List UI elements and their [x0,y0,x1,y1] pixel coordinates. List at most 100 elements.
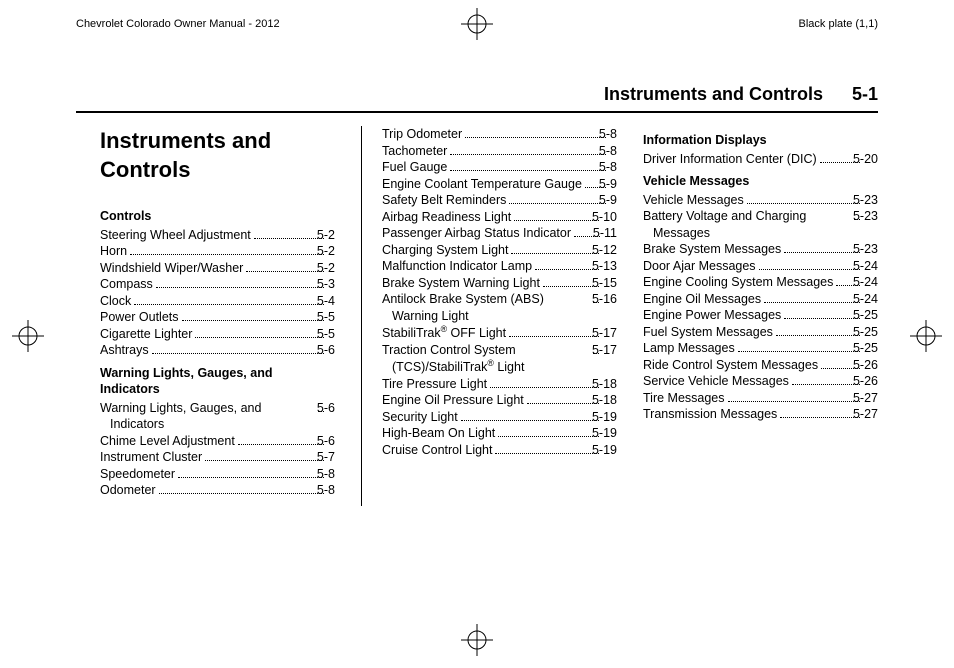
toc-entry-label: Battery Voltage and Charging Messages [653,208,851,241]
toc-entry-page: 5-16 [602,291,617,308]
toc-leader-dots [495,453,599,454]
toc-entry-label: Chime Level Adjustment [110,433,235,450]
toc-leader-dots [159,493,324,494]
toc-entry-page: 5-8 [609,143,617,160]
toc-entry-label: Steering Wheel Adjustment [110,227,251,244]
toc-entry: Service Vehicle Messages 5-26 [643,373,878,390]
toc-entry-page: 5-4 [327,293,335,310]
toc-entry: Horn 5-2 [100,243,335,260]
toc-entry-page: 5-24 [863,274,878,291]
toc-entry-page: 5-23 [863,208,878,225]
toc-entry-label: Fuel System Messages [653,324,773,341]
toc-entry: Charging System Light5-12 [382,242,617,259]
toc-entry-page: 5-24 [863,291,878,308]
toc-entry-label: Fuel Gauge [392,159,447,176]
print-header: Chevrolet Colorado Owner Manual - 2012 B… [76,18,878,30]
toc-entry-label: Traction Control System (TCS)/StabiliTra… [392,342,590,376]
toc-leader-dots [156,287,324,288]
toc-entry: Clock 5-4 [100,293,335,310]
toc-leader-dots [246,271,324,272]
toc-entry-label: Trip Odometer [392,126,462,143]
toc-entry-label: Airbag Readiness Light [392,209,511,226]
toc-entry: Engine Oil Pressure Light5-18 [382,392,617,409]
toc-entry-label: Brake System Messages [653,241,781,258]
toc-entry-label: Lamp Messages [653,340,735,357]
toc-leader-dots [792,384,860,385]
toc-entry: Engine Coolant Temperature Gauge5-9 [382,176,617,193]
toc-leader-dots [509,336,599,337]
toc-entry-label: Windshield Wiper/Washer [110,260,243,277]
toc-entry-label: Horn [110,243,127,260]
toc-entry-label: Clock [110,293,131,310]
toc-entry: Fuel System Messages5-25 [643,324,878,341]
toc-entry: Warning Lights, Gauges, and Indicators5-… [100,400,335,433]
toc-leader-dots [784,252,860,253]
toc-entry-page: 5-2 [327,243,335,260]
toc-leader-dots [747,203,860,204]
toc-entry: Compass 5-3 [100,276,335,293]
toc-entry-label: Door Ajar Messages [653,258,756,275]
toc-entry: Power Outlets5-5 [100,309,335,326]
toc-entry-label: High-Beam On Light [392,425,495,442]
toc-entry-page: 5-13 [602,258,617,275]
toc-leader-dots [450,170,606,171]
toc-entry: Transmission Messages5-27 [643,406,878,423]
toc-leader-dots [450,154,606,155]
toc-entry: Safety Belt Reminders5-9 [382,192,617,209]
toc-entry-page: 5-12 [602,242,617,259]
page-title: Instruments and Controls [100,126,335,184]
toc-entry-page: 5-5 [327,326,335,343]
toc-entry-page: 5-8 [609,126,617,143]
toc-entry-page: 5-27 [863,406,878,423]
toc-entry: Airbag Readiness Light 5-10 [382,209,617,226]
toc-leader-dots [764,302,860,303]
toc-entry: High-Beam On Light5-19 [382,425,617,442]
toc-entry-label: Passenger Airbag Status Indicator [392,225,571,242]
toc-entry-label: Cruise Control Light [392,442,492,459]
toc-leader-dots [780,417,860,418]
toc-entry-label: Service Vehicle Messages [653,373,789,390]
toc-entry: Vehicle Messages5-23 [643,192,878,209]
toc-entry-page: 5-6 [327,342,335,359]
toc-leader-dots [511,253,599,254]
toc-entry-page: 5-9 [609,192,617,209]
toc-column-2: Trip Odometer5-8Tachometer5-8Fuel Gauge5… [361,126,617,506]
toc-leader-dots [152,353,324,354]
toc-entry: Tire Messages5-27 [643,390,878,407]
toc-entry-page: 5-8 [609,159,617,176]
toc-entry-page: 5-24 [863,258,878,275]
toc-entry-label: Brake System Warning Light [392,275,540,292]
running-head-page: 5-1 [852,84,878,105]
toc-leader-dots [461,420,599,421]
toc-entry: Tire Pressure Light5-18 [382,376,617,393]
toc-entry: Windshield Wiper/Washer5-2 [100,260,335,277]
toc-entry-label: Malfunction Indicator Lamp [392,258,532,275]
toc-entry-page: 5-8 [327,466,335,483]
toc-entry-page: 5-15 [602,275,617,292]
toc-columns: Instruments and Controls ControlsSteerin… [100,126,878,506]
toc-entry-page: 5-6 [327,433,335,450]
toc-entry: Driver Information Center (DIC) 5-20 [643,151,878,168]
toc-entry-label: Vehicle Messages [653,192,744,209]
toc-entry-page: 5-17 [602,325,617,342]
toc-leader-dots [776,335,860,336]
manual-title: Chevrolet Colorado Owner Manual - 2012 [76,18,280,30]
toc-entry-page: 5-20 [863,151,878,168]
toc-entry: Steering Wheel Adjustment 5-2 [100,227,335,244]
toc-group-heading: Information Displays [643,132,878,149]
toc-entry-page: 5-10 [602,209,617,226]
toc-entry: Brake System Warning Light 5-15 [382,275,617,292]
toc-entry-page: 5-3 [327,276,335,293]
toc-entry-page: 5-18 [602,376,617,393]
registration-mark-bottom [461,624,493,656]
toc-entry-page: 5-26 [863,373,878,390]
toc-leader-dots [134,304,324,305]
running-head-title: Instruments and Controls [604,84,823,105]
toc-entry-label: Warning Lights, Gauges, and Indicators [110,400,315,433]
toc-entry-label: Compass [110,276,153,293]
toc-entry-page: 5-2 [327,227,335,244]
toc-entry: Cruise Control Light5-19 [382,442,617,459]
toc-entry: Security Light5-19 [382,409,617,426]
toc-entry: Instrument Cluster5-7 [100,449,335,466]
toc-entry-label: Driver Information Center (DIC) [653,151,817,168]
